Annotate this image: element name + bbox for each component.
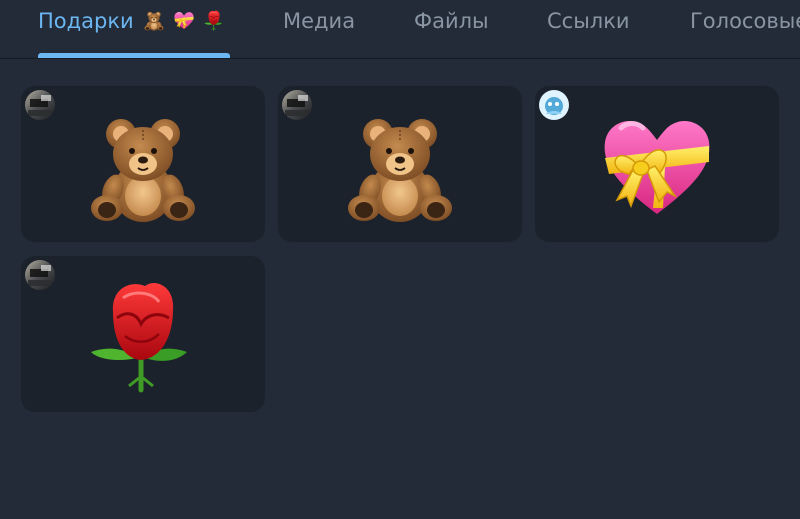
tab-media[interactable]: Медиа: [283, 0, 355, 58]
sender-avatar[interactable]: [539, 90, 569, 120]
tab-gifts-label: Подарки: [38, 9, 134, 33]
active-tab-indicator: [38, 53, 230, 58]
tab-voice[interactable]: Голосовые: [690, 0, 800, 58]
gift-card-teddy-bear[interactable]: [21, 86, 265, 242]
sender-avatar[interactable]: [25, 90, 55, 120]
teddy-bear-icon: [90, 118, 196, 223]
teddy-bear-icon: [347, 118, 453, 223]
rose-icon: [83, 274, 203, 394]
tab-files[interactable]: Файлы: [414, 0, 489, 58]
gift-card-heart-with-ribbon[interactable]: [535, 86, 779, 242]
sender-avatar[interactable]: [25, 260, 55, 290]
teddy-bear-icon: [144, 11, 165, 31]
sender-avatar[interactable]: [282, 90, 312, 120]
heart-with-ribbon-icon: [174, 11, 195, 30]
heart-with-ribbon-icon: [597, 104, 717, 224]
tab-links[interactable]: Ссылки: [547, 0, 630, 58]
gift-card-rose[interactable]: [21, 256, 265, 412]
gift-card-teddy-bear[interactable]: [278, 86, 522, 242]
rose-icon: [203, 10, 223, 31]
tab-bar: Подарки Медиа Файлы Ссылки Голосовые: [0, 0, 800, 59]
tab-gifts[interactable]: Подарки: [38, 0, 225, 58]
